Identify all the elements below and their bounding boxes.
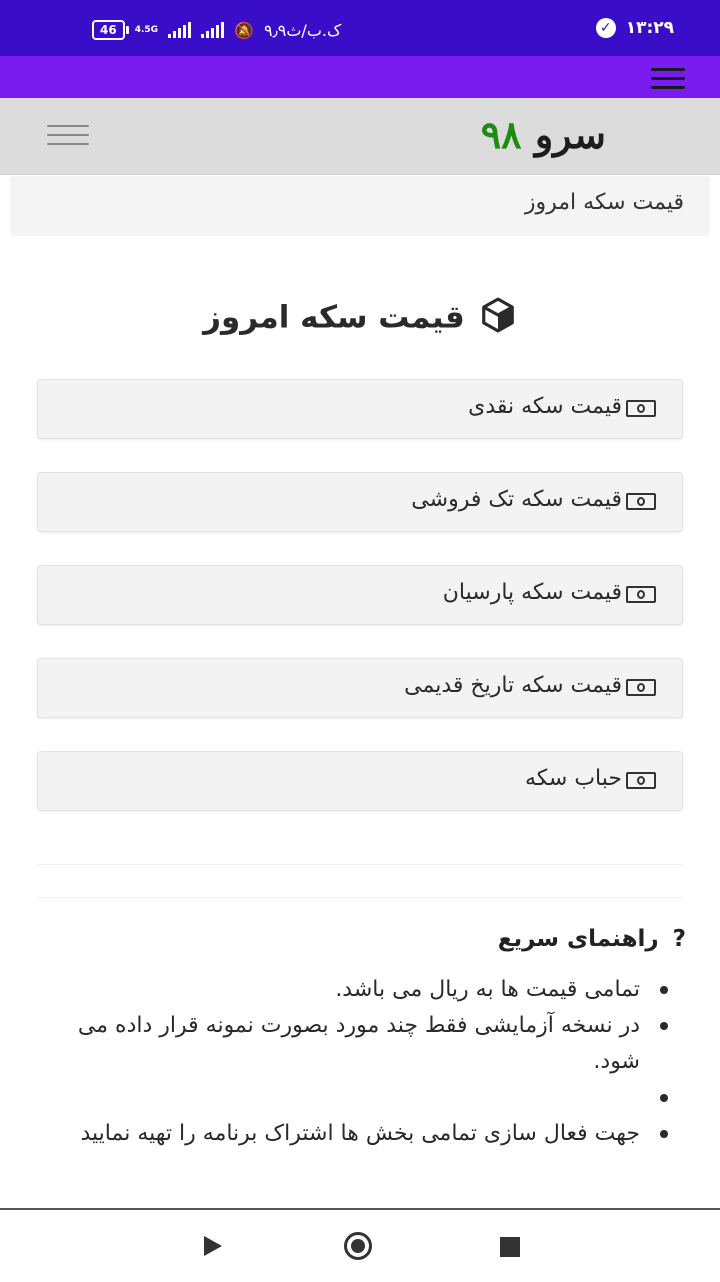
back-icon[interactable] bbox=[204, 1236, 222, 1256]
mute-icon: 🔕 bbox=[234, 20, 254, 40]
breadcrumb: قیمت سکه امروز bbox=[10, 176, 710, 236]
list-item-cash-coin[interactable]: قیمت سکه نقدی bbox=[37, 379, 683, 439]
list-item-label: قیمت سکه تاریخ قدیمی bbox=[404, 673, 622, 698]
money-icon bbox=[626, 772, 656, 789]
list-item-single-sale-coin[interactable]: قیمت سکه تک فروشی bbox=[37, 472, 683, 532]
top-nav-bar bbox=[0, 56, 720, 98]
quick-guide-title-text: راهنمای سریع bbox=[497, 926, 659, 952]
list-item-old-date-coin[interactable]: قیمت سکه تاریخ قدیمی bbox=[37, 658, 683, 718]
money-icon bbox=[626, 679, 656, 696]
vpn-shield-icon: ✓ bbox=[595, 18, 616, 38]
list-item: در نسخه آزمایشی فقط چند مورد بصورت نمونه… bbox=[40, 1008, 668, 1080]
coin-price-list: قیمت سکه نقدی قیمت سکه تک فروشی قیمت سکه… bbox=[37, 379, 683, 844]
list-item-coin-bubble[interactable]: حباب سکه bbox=[37, 751, 683, 811]
money-icon bbox=[626, 586, 656, 603]
question-icon: ? bbox=[672, 926, 686, 952]
site-header: سرو ۹۸ bbox=[0, 98, 720, 175]
status-left: 46 4.5G 🔕 ۹٫۹ک.ب/ث bbox=[92, 20, 341, 40]
clock: ۱۳:۲۹ bbox=[625, 18, 674, 38]
system-navigation-bar bbox=[0, 1208, 720, 1282]
site-logo[interactable]: سرو ۹۸ bbox=[481, 112, 606, 158]
page-title: قیمت سکه امروز bbox=[0, 296, 720, 342]
brand-number: ۹۸ bbox=[480, 112, 522, 157]
status-bar: 46 4.5G 🔕 ۹٫۹ک.ب/ث ✓ ۱۳:۲۹ bbox=[0, 0, 720, 56]
battery-indicator: 46 bbox=[92, 20, 129, 40]
divider bbox=[37, 897, 683, 898]
signal-icon bbox=[168, 22, 192, 38]
divider bbox=[37, 864, 683, 865]
money-icon bbox=[626, 493, 656, 510]
list-item: تمامی قیمت ها به ریال می باشد. bbox=[40, 972, 668, 1008]
data-speed: ۹٫۹ک.ب/ث bbox=[263, 20, 342, 40]
home-icon[interactable] bbox=[344, 1232, 372, 1260]
page-title-text: قیمت سکه امروز bbox=[203, 299, 465, 336]
money-icon bbox=[626, 400, 656, 417]
list-item bbox=[40, 1080, 668, 1116]
cube-icon bbox=[479, 296, 517, 342]
breadcrumb-current: قیمت سکه امروز bbox=[524, 190, 684, 215]
list-item-label: قیمت سکه نقدی bbox=[468, 394, 622, 419]
menu-icon[interactable] bbox=[651, 68, 685, 89]
recent-apps-icon[interactable] bbox=[500, 1237, 520, 1257]
list-item-parsian-coin[interactable]: قیمت سکه پارسیان bbox=[37, 565, 683, 625]
network-type: 4.5G bbox=[134, 24, 159, 35]
status-right: ✓ ۱۳:۲۹ bbox=[595, 18, 674, 38]
list-item-label: قیمت سکه تک فروشی bbox=[411, 487, 622, 512]
quick-guide-list: تمامی قیمت ها به ریال می باشد. در نسخه آ… bbox=[40, 972, 668, 1152]
site-menu-icon[interactable] bbox=[47, 125, 89, 145]
list-item-label: قیمت سکه پارسیان bbox=[442, 580, 622, 605]
signal-icon-secondary bbox=[201, 22, 225, 38]
quick-guide-title: ? راهنمای سریع bbox=[498, 926, 686, 952]
list-item: جهت فعال سازی تمامی بخش ها اشتراک برنامه… bbox=[40, 1116, 668, 1152]
brand-word: سرو bbox=[534, 112, 606, 157]
list-item-label: حباب سکه bbox=[524, 766, 622, 791]
